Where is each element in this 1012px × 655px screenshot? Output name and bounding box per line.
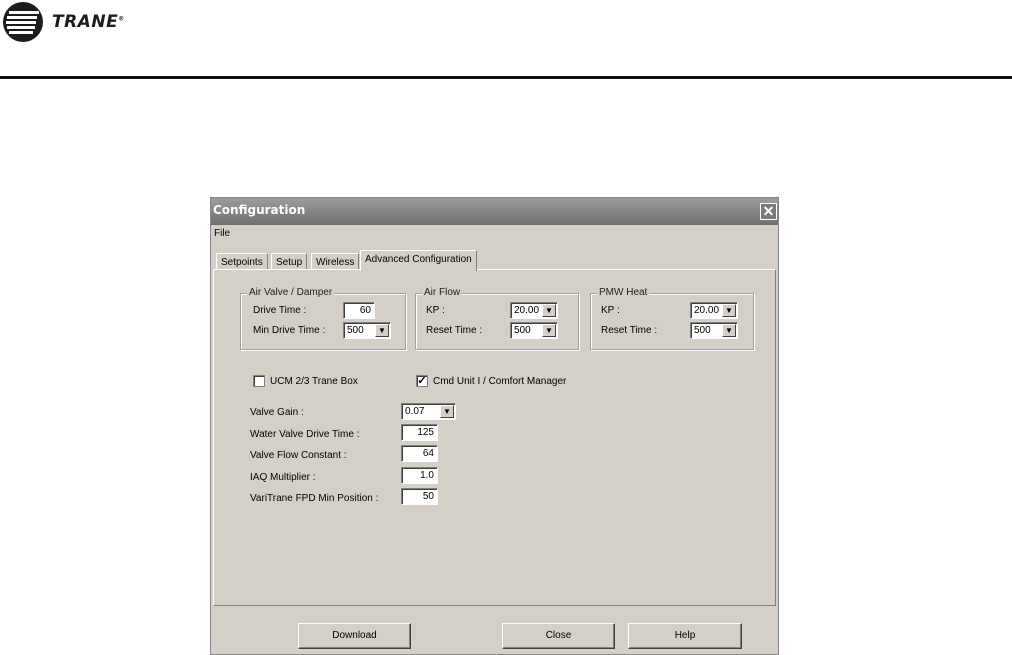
pmw-heat-kp-label: KP : xyxy=(601,305,620,316)
air-flow-reset-time-value: 500 xyxy=(514,325,531,336)
chevron-down-icon[interactable]: ▼ xyxy=(440,405,454,418)
pmw-heat-title: PMW Heat xyxy=(597,287,650,298)
chevron-down-icon[interactable]: ▼ xyxy=(375,324,389,337)
menu-bar: File xyxy=(211,225,778,243)
close-icon[interactable]: ✕ xyxy=(760,203,777,220)
chevron-down-icon[interactable]: ▼ xyxy=(722,304,736,317)
air-flow-kp-value: 20.00 xyxy=(514,305,540,316)
pmw-heat-kp-select[interactable]: 20.00 ▼ xyxy=(690,302,738,319)
vartrane-fpd-min-position-field[interactable]: 50 xyxy=(401,488,438,505)
air-flow-title: Air Flow xyxy=(422,287,463,298)
help-button[interactable]: Help xyxy=(628,623,742,649)
tab-advanced-configuration[interactable]: Advanced Configuration xyxy=(360,250,477,271)
window-title: Configuration xyxy=(213,203,306,217)
tab-setpoints[interactable]: Setpoints xyxy=(216,253,268,270)
configuration-dialog: Configuration ✕ File Setpoints Setup Wir… xyxy=(210,197,779,655)
menu-file[interactable]: File xyxy=(214,228,230,239)
air-flow-reset-time-label: Reset Time : xyxy=(426,325,483,336)
chevron-down-icon[interactable]: ▼ xyxy=(542,304,556,317)
valve-flow-constant-field[interactable]: 64 xyxy=(401,445,438,462)
chevron-down-icon[interactable]: ▼ xyxy=(542,324,556,337)
drive-time-label: Drive Time : xyxy=(253,305,307,316)
water-valve-drive-time-label: Water Valve Drive Time : xyxy=(250,429,360,440)
air-valve-group: Air Valve / Damper Drive Time : 60 Min D… xyxy=(240,287,406,350)
pmw-heat-reset-time-label: Reset Time : xyxy=(601,325,658,336)
header-divider xyxy=(0,76,1012,79)
ucm-trane-box-checkbox[interactable] xyxy=(253,375,265,387)
pmw-heat-kp-value: 20.00 xyxy=(694,305,720,316)
pmw-heat-reset-time-value: 500 xyxy=(694,325,711,336)
cmd-unit-checkbox[interactable]: ✓ xyxy=(416,375,428,387)
cmd-unit-label: Cmd Unit I / Comfort Manager xyxy=(433,376,567,387)
close-button[interactable]: Close xyxy=(502,623,615,649)
valve-gain-label: Valve Gain : xyxy=(250,407,304,418)
vartrane-fpd-min-position-label: VariTrane FPD Min Position : xyxy=(250,493,379,504)
iaq-multiplier-field[interactable]: 1.0 xyxy=(401,467,438,484)
brand-name: TRANE® xyxy=(52,12,125,32)
valve-gain-select[interactable]: 0.07 ▼ xyxy=(401,403,456,420)
min-drive-time-select[interactable]: 500 ▼ xyxy=(343,322,391,339)
pmw-heat-group: PMW Heat KP : 20.00 ▼ Reset Time : 500 ▼ xyxy=(590,287,754,350)
water-valve-drive-time-field[interactable]: 125 xyxy=(401,424,438,441)
valve-gain-value: 0.07 xyxy=(405,406,425,417)
air-flow-group: Air Flow KP : 20.00 ▼ Reset Time : 500 ▼ xyxy=(415,287,579,350)
title-bar[interactable]: Configuration ✕ xyxy=(211,198,778,225)
valve-flow-constant-label: Valve Flow Constant : xyxy=(250,450,347,461)
air-flow-kp-select[interactable]: 20.00 ▼ xyxy=(510,302,558,319)
tab-setup[interactable]: Setup xyxy=(271,253,308,270)
air-flow-reset-time-select[interactable]: 500 ▼ xyxy=(510,322,558,339)
air-flow-kp-label: KP : xyxy=(426,305,445,316)
tab-wireless[interactable]: Wireless xyxy=(311,253,360,270)
iaq-multiplier-label: IAQ Multiplier : xyxy=(250,472,316,483)
air-valve-title: Air Valve / Damper xyxy=(247,287,335,298)
pmw-heat-reset-time-select[interactable]: 500 ▼ xyxy=(690,322,738,339)
ucm-trane-box-label: UCM 2/3 Trane Box xyxy=(270,376,358,387)
download-button[interactable]: Download xyxy=(298,623,411,649)
min-drive-time-label: Min Drive Time : xyxy=(253,325,326,336)
drive-time-field[interactable]: 60 xyxy=(343,302,375,319)
trane-logo-icon xyxy=(3,2,43,42)
chevron-down-icon[interactable]: ▼ xyxy=(722,324,736,337)
min-drive-time-value: 500 xyxy=(347,325,364,336)
trane-brand: TRANE® xyxy=(3,2,125,42)
